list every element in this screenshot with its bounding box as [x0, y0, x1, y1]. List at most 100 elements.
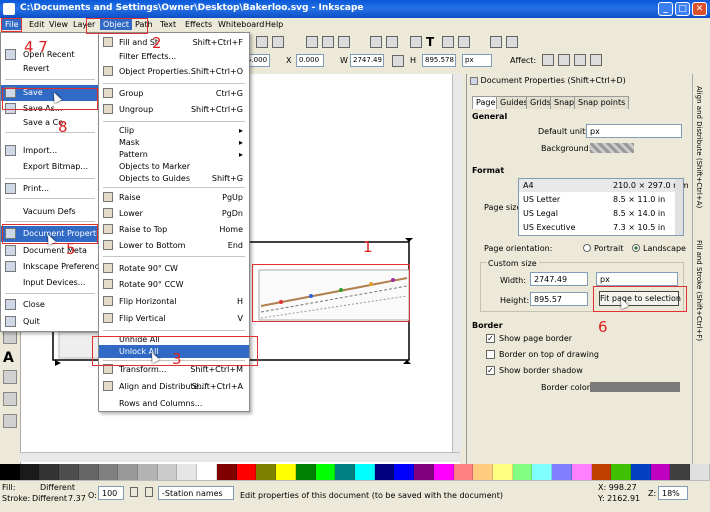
move-patterns-icon[interactable] — [590, 54, 602, 66]
palette-swatch[interactable] — [256, 464, 277, 480]
object-filter-effects[interactable]: Filter Effects... — [99, 50, 249, 63]
object-to-guides[interactable]: Objects to Guides Shift+G — [99, 172, 249, 185]
h-field[interactable]: 895.578 — [422, 54, 456, 67]
horizontal-scrollbar[interactable] — [20, 452, 460, 462]
width-field[interactable]: 2747.49 — [530, 272, 588, 286]
palette-swatch[interactable] — [78, 464, 99, 480]
tab-align-distribute[interactable]: Align and Distribute (Shift+Ctrl+A) — [695, 86, 703, 208]
palette-swatch[interactable] — [631, 464, 651, 480]
palette-swatch[interactable] — [394, 464, 415, 480]
page-size-list[interactable]: A4 210.0 × 297.0 mm US Letter 8.5 × 11.0… — [518, 178, 689, 236]
file-open-recent[interactable]: Open Recent — [1, 47, 99, 62]
palette-swatch[interactable] — [611, 464, 631, 480]
xml-editor-icon[interactable] — [442, 36, 454, 48]
spray-tool-icon[interactable] — [3, 370, 17, 384]
palette-swatch[interactable] — [0, 464, 20, 480]
w-field[interactable]: 2747.49 — [350, 54, 384, 67]
file-import[interactable]: Import... — [1, 143, 99, 158]
palette-swatch[interactable] — [276, 464, 296, 480]
show-border-shadow-checkbox[interactable]: ✓ — [486, 366, 495, 375]
maximize-button[interactable]: □ — [675, 2, 690, 16]
object-properties[interactable]: Object Properties... Shift+Ctrl+O — [99, 65, 249, 78]
file-save-copy[interactable]: Save a Co — [1, 115, 99, 130]
move-gradients-icon[interactable] — [574, 54, 586, 66]
palette-swatch[interactable] — [59, 464, 79, 480]
palette-swatch[interactable] — [39, 464, 60, 480]
minimize-button[interactable]: _ — [658, 2, 673, 16]
tab-fill-stroke[interactable]: Fill and Stroke (Shift+Ctrl+F) — [695, 240, 703, 341]
scale-stroke-icon[interactable] — [542, 54, 554, 66]
object-align-distribute[interactable]: Align and Distribute... Shift+Ctrl+A — [99, 380, 249, 393]
height-field[interactable]: 895.57 — [530, 292, 588, 306]
file-inkscape-preferences[interactable]: Inkscape Preferences... — [1, 259, 116, 274]
palette-swatch[interactable] — [433, 464, 454, 480]
text-tool-icon[interactable]: A — [3, 350, 17, 366]
text-tool-icon[interactable]: T — [426, 36, 438, 48]
list-item[interactable]: US Letter 8.5 × 11.0 in — [519, 193, 675, 206]
object-fill-stroke[interactable]: Fill and St Shift+Ctrl+F — [99, 36, 249, 49]
unit-select[interactable]: px — [462, 54, 492, 67]
object-raise-to-top[interactable]: Raise to Top Home — [99, 223, 249, 236]
default-units-select[interactable]: px — [586, 124, 682, 138]
palette-swatch[interactable] — [354, 464, 375, 480]
palette-swatch[interactable] — [216, 464, 237, 480]
menu-help[interactable]: Help — [262, 19, 286, 30]
object-flip-horizontal[interactable]: Flip Horizontal H — [99, 295, 249, 308]
list-scrollbar[interactable] — [675, 179, 683, 235]
close-window-button[interactable]: ✕ — [692, 2, 707, 16]
palette-swatch[interactable] — [670, 464, 691, 480]
list-item[interactable]: A4 210.0 × 297.0 mm — [519, 179, 689, 192]
zoom-out-icon[interactable] — [272, 36, 284, 48]
list-item[interactable]: US Legal 8.5 × 14.0 in — [519, 207, 675, 220]
x-field[interactable]: 0.000 — [296, 54, 324, 67]
palette-swatch[interactable] — [690, 464, 710, 480]
show-page-border-checkbox[interactable]: ✓ — [486, 334, 495, 343]
lock-icon[interactable] — [392, 55, 404, 67]
palette-swatch[interactable] — [315, 464, 336, 480]
clone-icon[interactable] — [322, 36, 334, 48]
palette-swatch[interactable] — [473, 464, 493, 480]
dropper-tool-icon[interactable] — [3, 414, 17, 428]
scale-corners-icon[interactable] — [558, 54, 570, 66]
file-export-bitmap[interactable]: Export Bitmap... — [1, 159, 99, 174]
palette-swatch[interactable] — [236, 464, 257, 480]
palette-swatch[interactable] — [98, 464, 119, 480]
palette-swatch[interactable] — [512, 464, 533, 480]
palette-swatch[interactable] — [374, 464, 395, 480]
palette-swatch[interactable] — [138, 464, 158, 480]
object-flip-vertical[interactable]: Flip Vertical V — [99, 312, 249, 325]
palette-swatch[interactable] — [453, 464, 474, 480]
file-input-devices[interactable]: Input Devices... — [1, 275, 99, 290]
list-item[interactable]: US Executive 7.3 × 10.5 in — [519, 221, 675, 234]
border-on-top-checkbox[interactable] — [486, 350, 495, 359]
menu-effects[interactable]: Effects — [182, 19, 215, 30]
preferences-icon[interactable] — [490, 36, 502, 48]
palette-swatch[interactable] — [414, 464, 434, 480]
ungroup-icon[interactable] — [386, 36, 398, 48]
object-rotate-ccw[interactable]: Rotate 90° CCW — [99, 278, 249, 291]
opacity-field[interactable]: 100 — [98, 486, 124, 500]
palette-swatch[interactable] — [591, 464, 612, 480]
object-ungroup[interactable]: Ungroup Shift+Ctrl+G — [99, 103, 249, 116]
file-document-metadata[interactable]: Document Meta — [1, 243, 99, 258]
palette-swatch[interactable] — [571, 464, 592, 480]
landscape-radio[interactable] — [632, 244, 640, 252]
menu-whiteboard[interactable]: Whiteboard — [215, 19, 267, 30]
custom-unit-select[interactable]: px — [596, 272, 678, 286]
file-vacuum-defs[interactable]: Vacuum Defs — [1, 204, 99, 219]
gradient-tool-icon[interactable] — [3, 392, 17, 406]
palette-swatch[interactable] — [197, 464, 217, 480]
menu-edit[interactable]: Edit — [26, 19, 48, 30]
document-properties-icon[interactable] — [506, 36, 518, 48]
file-close[interactable]: Close — [1, 297, 99, 312]
file-revert[interactable]: Revert — [1, 61, 99, 76]
object-rows-columns[interactable]: Rows and Columns... — [99, 397, 249, 410]
object-rotate-cw[interactable]: Rotate 90° CW — [99, 262, 249, 275]
unlink-icon[interactable] — [338, 36, 350, 48]
palette-swatch[interactable] — [19, 464, 40, 480]
layer-select[interactable]: -Station names — [158, 486, 234, 500]
object-lower-to-bottom[interactable]: Lower to Bottom End — [99, 239, 249, 252]
tab-snap-points[interactable]: Snap points — [574, 96, 630, 109]
object-raise[interactable]: Raise PgUp — [99, 191, 249, 204]
palette-swatch[interactable] — [295, 464, 316, 480]
